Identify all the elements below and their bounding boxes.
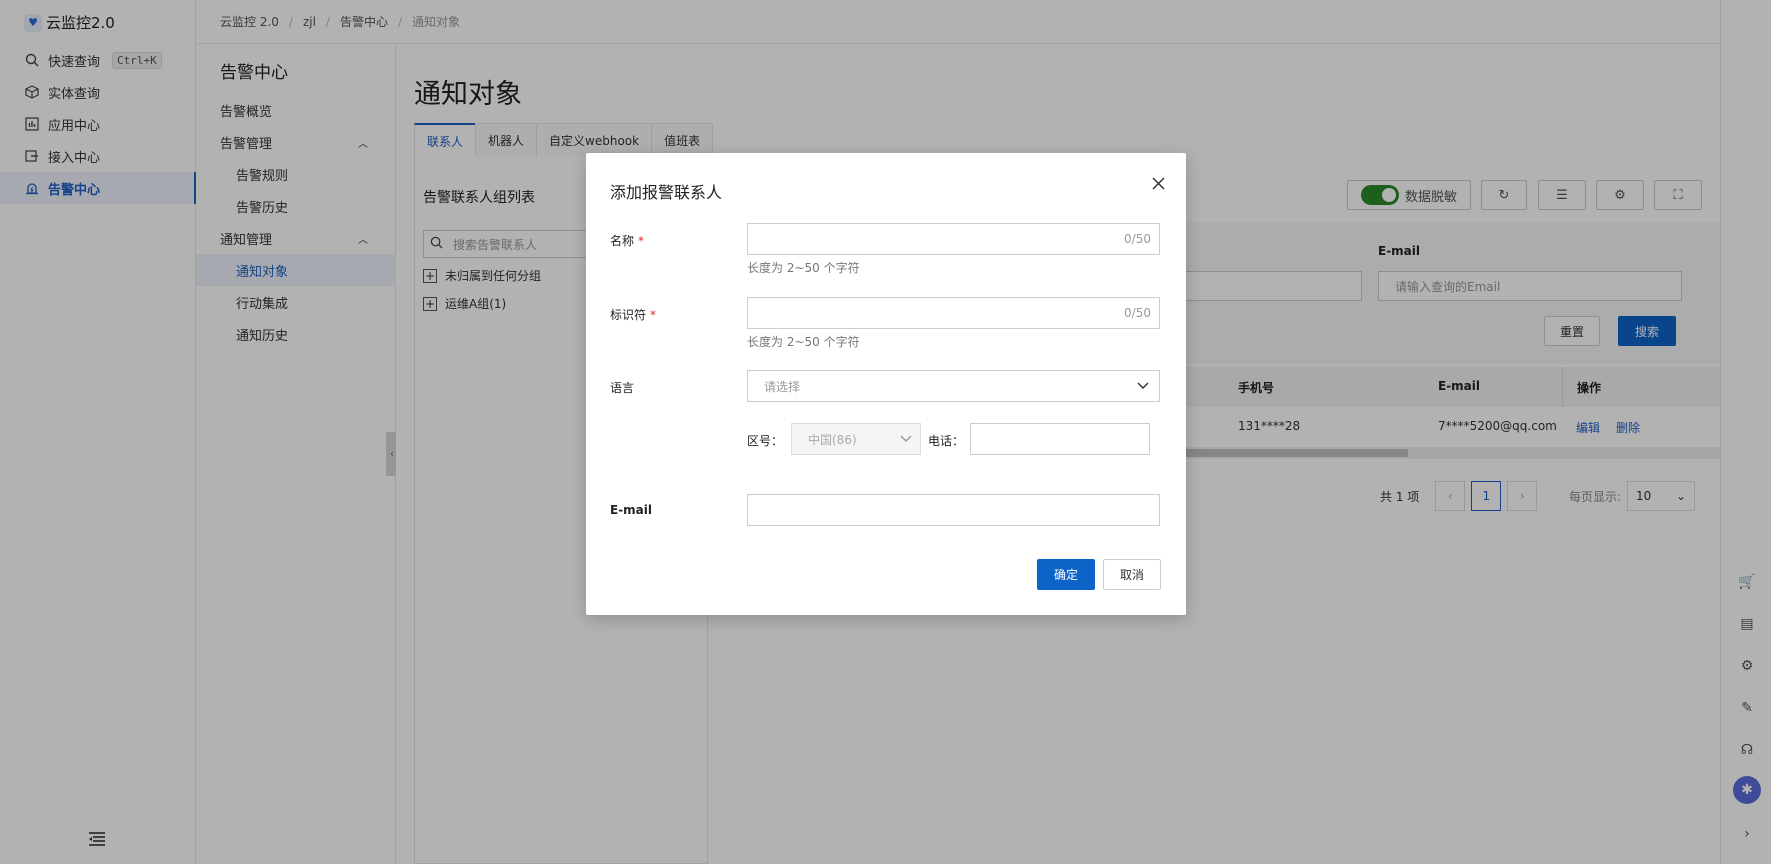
- identifier-label-text: 标识符: [610, 308, 647, 322]
- cancel-button[interactable]: 取消: [1103, 559, 1161, 590]
- name-input[interactable]: 0/50: [747, 223, 1160, 255]
- email-input[interactable]: [747, 494, 1160, 526]
- add-contact-dialog: 添加报警联系人 名称 * 0/50 长度为 2~50 个字符 标识符 * 0/50 …: [586, 153, 1186, 615]
- phone-input[interactable]: [970, 423, 1150, 455]
- area-code-label: 区号：: [747, 434, 784, 448]
- required-mark: *: [650, 308, 657, 322]
- language-placeholder: 请选择: [764, 379, 801, 394]
- identifier-input[interactable]: 0/50: [747, 297, 1160, 329]
- area-code-value: 中国(86): [808, 432, 857, 447]
- phone-label: 电话：: [928, 434, 965, 448]
- char-counter: 0/50: [1124, 306, 1151, 320]
- confirm-button[interactable]: 确定: [1037, 559, 1095, 590]
- dialog-title: 添加报警联系人: [610, 183, 723, 202]
- name-help-text: 长度为 2~50 个字符: [747, 261, 860, 275]
- char-counter: 0/50: [1124, 232, 1151, 246]
- name-label-text: 名称: [610, 234, 635, 248]
- area-code-select: 中国(86): [791, 423, 921, 455]
- language-select[interactable]: 请选择: [747, 370, 1160, 402]
- identifier-help-text: 长度为 2~50 个字符: [747, 335, 860, 349]
- language-label: 语言: [610, 381, 635, 395]
- identifier-label: 标识符 *: [610, 306, 656, 323]
- required-mark: *: [638, 234, 645, 248]
- chevron-down-icon: [1137, 379, 1149, 393]
- email-label: E-mail: [610, 503, 653, 517]
- name-label: 名称 *: [610, 232, 644, 249]
- close-icon[interactable]: [1146, 171, 1170, 195]
- chevron-down-icon: [900, 432, 912, 446]
